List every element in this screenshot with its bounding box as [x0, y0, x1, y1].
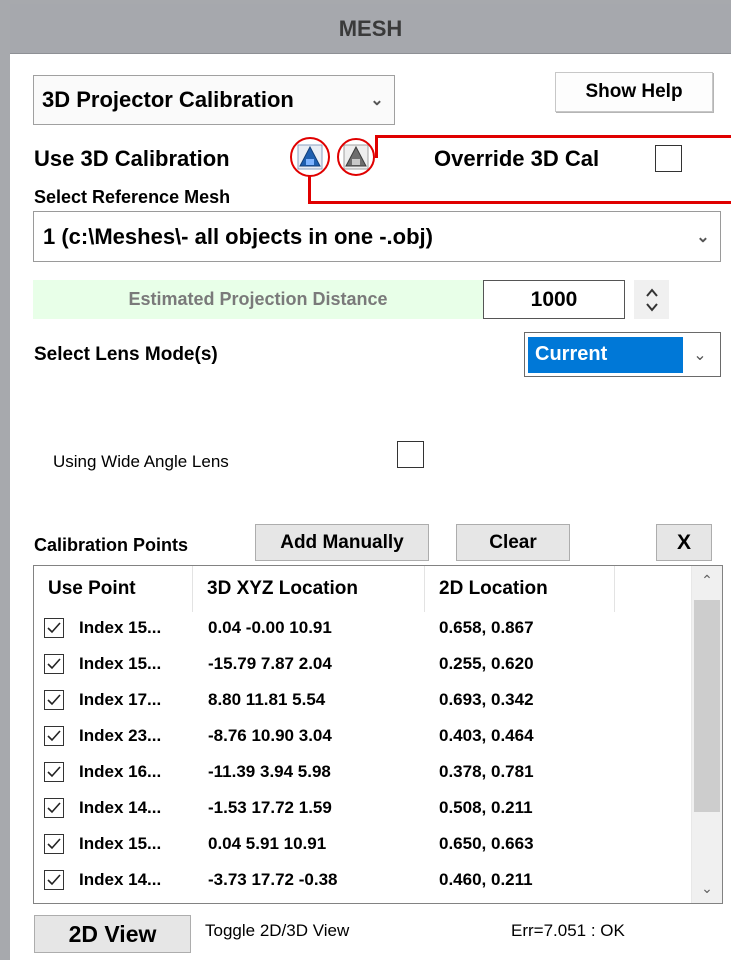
add-manually-button[interactable]: Add Manually [255, 524, 429, 561]
use-point-checkbox[interactable] [44, 762, 64, 782]
projection-distance-stepper[interactable] [634, 280, 669, 319]
lens-mode-value: Current [528, 336, 683, 373]
point-name: Index 16... [79, 762, 162, 781]
lens-mode-label: Select Lens Mode(s) [34, 344, 218, 365]
table-row[interactable]: Index 14... -1.53 17.72 1.59 0.508, 0.211 [34, 792, 684, 828]
column-header-3d-location[interactable]: 3D XYZ Location [193, 566, 425, 612]
point-name: Index 17... [79, 690, 162, 709]
checkmark-icon [47, 658, 61, 670]
table-row[interactable]: Index 17... 8.80 11.81 5.54 0.693, 0.342 [34, 684, 684, 720]
close-points-button[interactable]: X [656, 524, 712, 561]
table-row[interactable]: Index 14... -3.73 17.72 -0.38 0.460, 0.211 [34, 864, 684, 900]
table-row[interactable]: Index 16... -11.39 3.94 5.98 0.378, 0.781 [34, 756, 684, 792]
scroll-down-icon[interactable]: ⌄ [692, 880, 722, 897]
point-3d-location: -1.53 17.72 1.59 [208, 798, 332, 817]
reference-mesh-value: 1 (c:\Meshes\- all objects in one -.obj) [43, 223, 433, 249]
calibration-mode-value: 3D Projector Calibration [42, 87, 294, 112]
use-3d-calibration-label: Use 3D Calibration [34, 146, 230, 171]
use-point-checkbox[interactable] [44, 798, 64, 818]
point-3d-location: 0.04 5.91 10.91 [208, 834, 327, 853]
calibration-points-table: Use Point 3D XYZ Location 2D Location In… [33, 565, 723, 904]
checkmark-icon [47, 802, 61, 814]
lens-mode-dropdown[interactable]: Current ⌄ [524, 332, 721, 377]
point-3d-location: 0.04 -0.00 10.91 [208, 618, 332, 637]
point-3d-location: -15.79 7.87 2.04 [208, 654, 332, 673]
point-name: Index 14... [79, 870, 162, 889]
checkmark-icon [47, 766, 61, 778]
calibration-mode-dropdown[interactable]: 3D Projector Calibration ⌄ [33, 75, 395, 125]
calibration-status: Err=7.051 : OK [511, 921, 625, 940]
table-row[interactable]: Index 15... 0.04 -0.00 10.91 0.658, 0.867 [34, 612, 684, 648]
mesh-panel: MESH 3D Projector Calibration ⌄ Show Hel… [10, 4, 731, 960]
point-3d-location: -11.39 3.94 5.98 [208, 762, 331, 781]
point-2d-location: 0.650, 0.663 [439, 834, 534, 853]
use-point-checkbox[interactable] [44, 726, 64, 746]
point-2d-location: 0.658, 0.867 [439, 618, 534, 637]
checkmark-icon [47, 874, 61, 886]
override-3d-cal-label: Override 3D Cal [434, 146, 600, 171]
column-header-2d-location[interactable]: 2D Location [425, 566, 615, 612]
use-point-checkbox[interactable] [44, 618, 64, 638]
chevron-down-icon: ⌄ [370, 92, 384, 109]
point-2d-location: 0.378, 0.781 [439, 762, 534, 781]
checkmark-icon [47, 622, 61, 634]
wide-angle-lens-label: Using Wide Angle Lens [53, 452, 229, 471]
use-point-checkbox[interactable] [44, 834, 64, 854]
up-down-arrows-icon [645, 287, 658, 312]
use-point-checkbox[interactable] [44, 654, 64, 674]
chevron-down-icon: ⌄ [693, 346, 707, 364]
point-2d-location: 0.403, 0.464 [439, 726, 534, 745]
point-3d-location: -8.76 10.90 3.04 [208, 726, 332, 745]
callout-circle-icon [290, 137, 330, 177]
scrollbar-thumb[interactable] [694, 600, 720, 812]
point-3d-location: -3.73 17.72 -0.38 [208, 870, 338, 889]
clear-button[interactable]: Clear [456, 524, 570, 561]
point-2d-location: 0.255, 0.620 [439, 654, 534, 673]
scroll-up-icon[interactable]: ⌃ [692, 572, 722, 589]
chevron-down-icon: ⌄ [696, 228, 710, 246]
checkmark-icon [47, 838, 61, 850]
point-2d-location: 0.508, 0.211 [439, 798, 533, 817]
point-name: Index 23... [79, 726, 162, 745]
callout-line [308, 176, 311, 204]
use-point-checkbox[interactable] [44, 870, 64, 890]
table-row[interactable]: Index 23... -8.76 10.90 3.04 0.403, 0.464 [34, 720, 684, 756]
checkmark-icon [47, 730, 61, 742]
projection-distance-value: 1000 [530, 287, 578, 311]
override-3d-cal-checkbox[interactable] [655, 145, 682, 172]
calibration-points-label: Calibration Points [34, 535, 189, 555]
point-3d-location: 8.80 11.81 5.54 [208, 690, 326, 709]
point-name: Index 14... [79, 798, 162, 817]
point-2d-location: 0.693, 0.342 [439, 690, 534, 709]
use-point-checkbox[interactable] [44, 690, 64, 710]
projection-distance-label: Estimated Projection Distance [33, 280, 483, 319]
reference-mesh-dropdown[interactable]: 1 (c:\Meshes\- all objects in one -.obj)… [33, 211, 721, 262]
table-row[interactable]: Index 15... 0.04 5.91 10.91 0.650, 0.663 [34, 828, 684, 864]
column-header-use-point[interactable]: Use Point [34, 566, 193, 612]
panel-title: MESH [10, 4, 731, 54]
callout-line [375, 135, 378, 158]
reference-mesh-label: Select Reference Mesh [34, 187, 231, 207]
checkmark-icon [47, 694, 61, 706]
callout-line [308, 201, 731, 204]
projection-distance-input[interactable]: 1000 [483, 280, 625, 319]
point-name: Index 15... [79, 834, 162, 853]
point-name: Index 15... [79, 618, 162, 637]
point-2d-location: 0.460, 0.211 [439, 870, 533, 889]
wide-angle-lens-checkbox[interactable] [397, 441, 424, 468]
table-scrollbar[interactable]: ⌃ ⌄ [691, 566, 722, 903]
point-name: Index 15... [79, 654, 162, 673]
table-row[interactable]: Index 15... -15.79 7.87 2.04 0.255, 0.620 [34, 648, 684, 684]
callout-line [376, 135, 731, 138]
show-help-button[interactable]: Show Help [555, 72, 713, 112]
callout-circle-icon [337, 138, 375, 176]
toggle-view-hint: Toggle 2D/3D View [205, 921, 350, 940]
2d-view-button[interactable]: 2D View [34, 915, 191, 953]
